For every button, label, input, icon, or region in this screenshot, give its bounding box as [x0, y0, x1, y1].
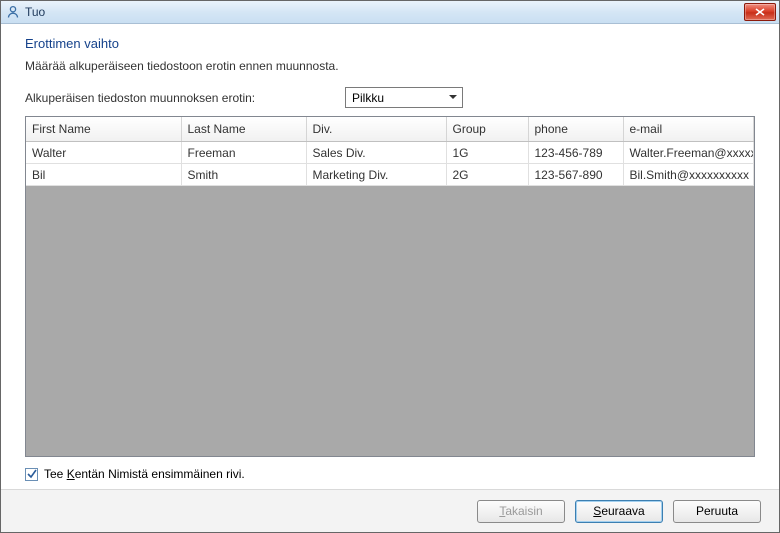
separator-dropdown[interactable]: Pilkku [345, 87, 463, 108]
col-email[interactable]: e-mail [623, 117, 754, 142]
cell: Freeman [181, 142, 306, 164]
preview-table: First Name Last Name Div. Group phone e-… [26, 117, 754, 186]
button-bar: Takaisin Seuraava Peruuta [1, 489, 779, 532]
table-header-row: First Name Last Name Div. Group phone e-… [26, 117, 754, 142]
cell: Marketing Div. [306, 164, 446, 186]
import-dialog: Tuo Erottimen vaihto Määrää alkuperäisee… [0, 0, 780, 533]
col-last-name[interactable]: Last Name [181, 117, 306, 142]
first-row-headers-checkbox[interactable] [25, 468, 38, 481]
cell: 123-567-890 [528, 164, 623, 186]
close-button[interactable] [744, 3, 776, 21]
first-row-headers-label: Tee Kentän Nimistä ensimmäinen rivi. [44, 467, 245, 481]
chevron-down-icon [445, 89, 460, 106]
user-icon [5, 4, 21, 20]
section-heading: Erottimen vaihto [25, 36, 755, 51]
back-button: Takaisin [477, 500, 565, 523]
dialog-content: Erottimen vaihto Määrää alkuperäiseen ti… [1, 24, 779, 489]
titlebar: Tuo [1, 1, 779, 24]
cell: Sales Div. [306, 142, 446, 164]
section-description: Määrää alkuperäiseen tiedostoon erotin e… [25, 59, 755, 73]
cell: Smith [181, 164, 306, 186]
cell: 2G [446, 164, 528, 186]
col-group[interactable]: Group [446, 117, 528, 142]
dropdown-selected: Pilkku [352, 91, 384, 105]
cell: Bil [26, 164, 181, 186]
cell: Walter.Freeman@xxxxxxxx [623, 142, 754, 164]
cancel-button[interactable]: Peruuta [673, 500, 761, 523]
cell: 1G [446, 142, 528, 164]
preview-table-container: First Name Last Name Div. Group phone e-… [25, 116, 755, 457]
separator-label: Alkuperäisen tiedoston muunnoksen erotin… [25, 91, 345, 105]
cell: Walter [26, 142, 181, 164]
col-first-name[interactable]: First Name [26, 117, 181, 142]
first-row-headers-option: Tee Kentän Nimistä ensimmäinen rivi. [25, 467, 755, 481]
separator-row: Alkuperäisen tiedoston muunnoksen erotin… [25, 87, 755, 108]
table-row[interactable]: Walter Freeman Sales Div. 1G 123-456-789… [26, 142, 754, 164]
cell: Bil.Smith@xxxxxxxxxx [623, 164, 754, 186]
window-title: Tuo [25, 5, 45, 19]
col-phone[interactable]: phone [528, 117, 623, 142]
next-button[interactable]: Seuraava [575, 500, 663, 523]
cell: 123-456-789 [528, 142, 623, 164]
col-div[interactable]: Div. [306, 117, 446, 142]
table-row[interactable]: Bil Smith Marketing Div. 2G 123-567-890 … [26, 164, 754, 186]
